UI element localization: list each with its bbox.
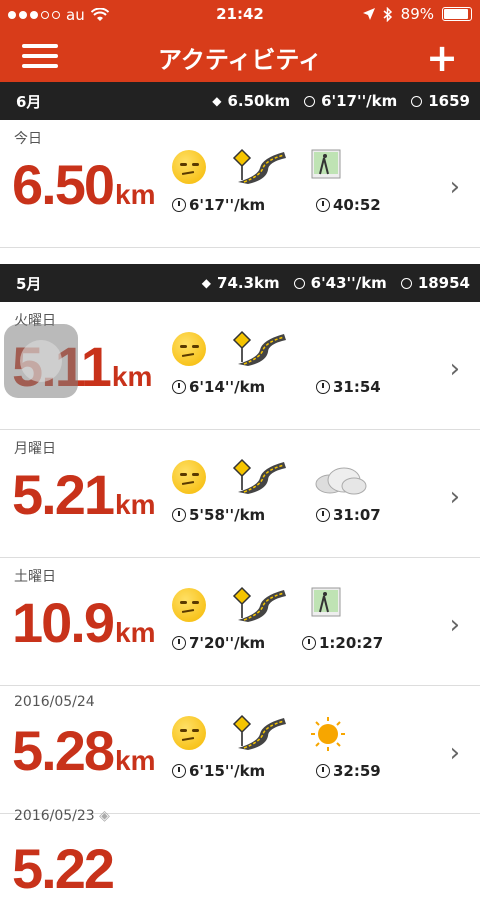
- mood-face-icon: [172, 716, 206, 750]
- chevron-right-icon: ›: [449, 738, 460, 768]
- activity-time: 1:20:27: [302, 634, 383, 652]
- status-bar: au 21:42 89%: [0, 0, 480, 30]
- activity-distance: 5.28km: [12, 719, 156, 782]
- activity-pace: 6'17''/km: [172, 196, 265, 214]
- month-distance: 6.50km: [227, 92, 291, 110]
- distance-icon: ◆: [201, 276, 212, 290]
- month-label: 6月: [16, 92, 42, 111]
- activity-distance: 6.50km: [12, 153, 156, 216]
- chevron-right-icon: ›: [449, 482, 460, 512]
- activity-row[interactable]: 今日 6.50km 6'17''/km 40:52 ›: [0, 120, 480, 248]
- photo-icon: [311, 587, 341, 617]
- stopwatch-icon: [316, 380, 330, 394]
- stopwatch-icon: [316, 508, 330, 522]
- cloud-icon: [315, 467, 367, 495]
- sun-icon: [311, 717, 345, 751]
- stopwatch-icon: [316, 764, 330, 778]
- month-calories: 1659: [428, 92, 470, 110]
- activity-pace: 5'58''/km: [172, 506, 265, 524]
- calories-icon: [400, 277, 412, 289]
- activity-distance: 10.9km: [12, 591, 156, 654]
- chevron-right-icon: ›: [449, 610, 460, 640]
- activity-date: 2016/05/24: [14, 694, 95, 710]
- page-title: アクティビティ: [158, 46, 322, 74]
- mood-face-icon: [172, 460, 206, 494]
- month-pace: 6'17''/km: [321, 92, 398, 110]
- month-label: 5月: [16, 274, 42, 293]
- chevron-right-icon: ›: [449, 172, 460, 202]
- touch-indicator: [4, 324, 78, 398]
- month-header-may: 5月 ◆ 74.3km 6'43''/km 18954: [0, 264, 480, 302]
- activity-time: 31:54: [316, 378, 381, 396]
- activity-distance: 5.22: [12, 837, 115, 900]
- month-calories: 18954: [417, 274, 470, 292]
- activity-row[interactable]: 2016/05/24 5.28km 6'15''/km 32:59 ›: [0, 686, 480, 814]
- activity-date: 土曜日: [14, 569, 56, 585]
- mood-face-icon: [172, 150, 206, 184]
- pace-clock-icon: [172, 636, 186, 650]
- pace-clock-icon: [172, 198, 186, 212]
- bluetooth-icon: [383, 6, 392, 22]
- activity-time: 31:07: [316, 506, 381, 524]
- pace-clock-icon: [172, 508, 186, 522]
- pace-icon: [293, 277, 305, 289]
- pace-clock-icon: [172, 380, 186, 394]
- mood-face-icon: [172, 332, 206, 366]
- activity-row[interactable]: 2016/05/23 ◈ 5.22: [0, 800, 480, 900]
- battery-icon: [442, 7, 472, 21]
- mood-face-icon: [172, 588, 206, 622]
- add-activity-button[interactable]: +: [426, 36, 458, 80]
- activity-distance: 5.21km: [12, 463, 156, 526]
- road-icon: [232, 714, 286, 750]
- stopwatch-icon: [302, 636, 316, 650]
- location-diamond-icon: ◈: [99, 808, 110, 824]
- location-arrow-icon: [362, 8, 375, 20]
- photo-icon: [311, 149, 341, 179]
- activity-row[interactable]: 月曜日 5.21km 5'58''/km 31:07 ›: [0, 430, 480, 558]
- nav-bar: アクティビティ +: [0, 30, 480, 82]
- road-icon: [232, 148, 286, 184]
- activity-date: 2016/05/23 ◈: [14, 808, 110, 824]
- distance-icon: ◆: [212, 94, 222, 108]
- calories-icon: [411, 95, 423, 107]
- road-icon: [232, 458, 286, 494]
- activity-pace: 6'14''/km: [172, 378, 265, 396]
- month-pace: 6'43''/km: [310, 274, 387, 292]
- chevron-right-icon: ›: [449, 354, 460, 384]
- battery-percent: 89%: [400, 5, 434, 23]
- road-icon: [232, 330, 286, 366]
- activity-time: 40:52: [316, 196, 381, 214]
- activity-row[interactable]: 土曜日 10.9km 7'20''/km 1:20:27 ›: [0, 558, 480, 686]
- pace-clock-icon: [172, 764, 186, 778]
- month-header-june: 6月 ◆ 6.50km 6'17''/km 1659: [0, 82, 480, 120]
- activity-pace: 7'20''/km: [172, 634, 265, 652]
- activity-date: 月曜日: [14, 441, 56, 457]
- activity-time: 32:59: [316, 762, 381, 780]
- road-icon: [232, 586, 286, 622]
- pace-icon: [304, 95, 316, 107]
- stopwatch-icon: [316, 198, 330, 212]
- month-distance: 74.3km: [217, 274, 280, 292]
- activity-pace: 6'15''/km: [172, 762, 265, 780]
- activity-date: 今日: [14, 131, 42, 147]
